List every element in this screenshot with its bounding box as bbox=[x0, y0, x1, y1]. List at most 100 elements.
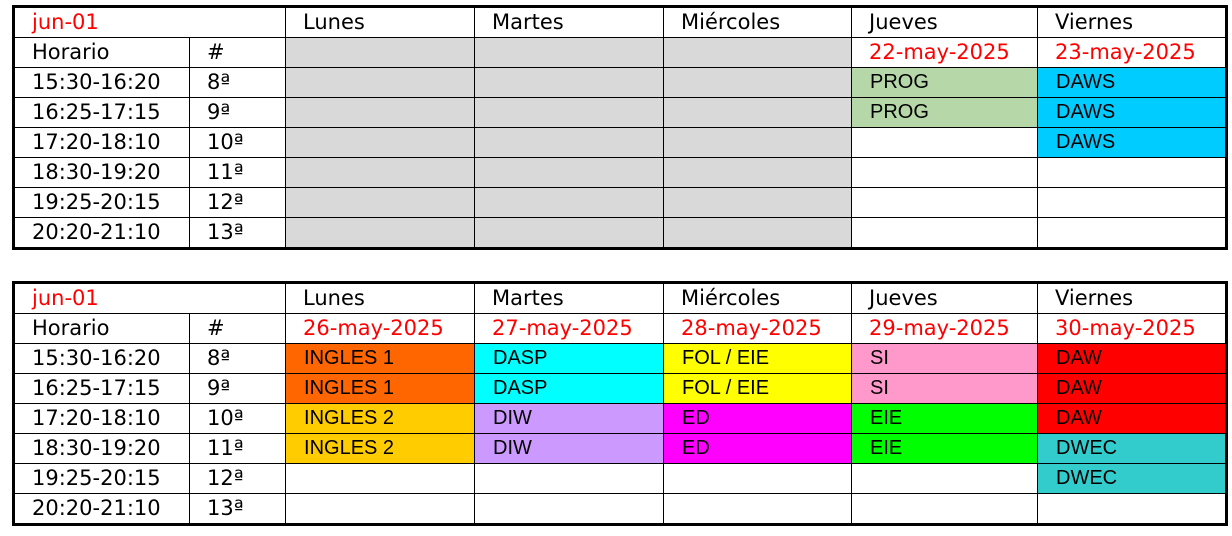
period-row: 20:20-21:10 13ª bbox=[13, 217, 1227, 249]
day-header-lunes: Lunes bbox=[285, 282, 475, 314]
period-number: 9ª bbox=[188, 373, 286, 404]
period-time: 17:20-18:10 bbox=[13, 127, 190, 158]
subject-cell-jueves: EIE bbox=[851, 403, 1038, 434]
period-number: 10ª bbox=[188, 127, 286, 158]
subject-cell-lunes: INGLES 2 bbox=[285, 403, 475, 434]
subject-cell-viernes bbox=[1037, 493, 1227, 525]
subject-cell-miercoles bbox=[663, 493, 852, 525]
subject-cell-jueves: PROG bbox=[851, 67, 1038, 98]
day-header-viernes: Viernes bbox=[1037, 6, 1227, 38]
period-number: 11ª bbox=[188, 157, 286, 188]
period-time: 18:30-19:20 bbox=[13, 157, 190, 188]
period-number: 8ª bbox=[188, 343, 286, 374]
date-martes: 27-may-2025 bbox=[474, 313, 664, 344]
date-miercoles bbox=[663, 37, 852, 68]
subject-cell-miercoles bbox=[663, 97, 852, 128]
period-time: 16:25-17:15 bbox=[13, 97, 190, 128]
subject-cell-miercoles: FOL / EIE bbox=[663, 373, 852, 404]
subject-cell-jueves: EIE bbox=[851, 433, 1038, 464]
period-time: 19:25-20:15 bbox=[13, 187, 190, 218]
period-row: 18:30-19:20 11ª bbox=[13, 157, 1227, 188]
subject-cell-martes: DASP bbox=[474, 373, 664, 404]
subject-cell-martes bbox=[474, 157, 664, 188]
subject-cell-jueves bbox=[851, 463, 1038, 494]
subject-cell-lunes bbox=[285, 217, 475, 249]
period-row: 16:25-17:15 9ª INGLES 1 DASP FOL / EIE SI DAW bbox=[13, 373, 1227, 404]
period-row: 18:30-19:20 11ª INGLES 2 DIW ED EIE DWEC bbox=[13, 433, 1227, 464]
period-time: 17:20-18:10 bbox=[13, 403, 190, 434]
period-time: 16:25-17:15 bbox=[13, 373, 190, 404]
subject-cell-jueves: SI bbox=[851, 343, 1038, 374]
period-time: 15:30-16:20 bbox=[13, 343, 190, 374]
subject-cell-viernes bbox=[1037, 187, 1227, 218]
subject-cell-miercoles bbox=[663, 67, 852, 98]
date-viernes: 30-may-2025 bbox=[1037, 313, 1227, 344]
subject-cell-jueves: PROG bbox=[851, 97, 1038, 128]
subject-cell-lunes bbox=[285, 67, 475, 98]
date-miercoles: 28-may-2025 bbox=[663, 313, 852, 344]
period-time: 20:20-21:10 bbox=[13, 217, 190, 249]
date-header-row: Horario # 22-may-2025 23-may-2025 bbox=[13, 37, 1227, 68]
subject-cell-jueves: SI bbox=[851, 373, 1038, 404]
subject-cell-miercoles: ED bbox=[663, 433, 852, 464]
period-time: 15:30-16:20 bbox=[13, 67, 190, 98]
period-number: 12ª bbox=[188, 463, 286, 494]
subject-cell-martes bbox=[474, 127, 664, 158]
subject-cell-jueves bbox=[851, 187, 1038, 218]
subject-cell-lunes bbox=[285, 187, 475, 218]
subject-cell-miercoles bbox=[663, 127, 852, 158]
subject-cell-viernes: DAWS bbox=[1037, 97, 1227, 128]
subject-cell-lunes bbox=[285, 127, 475, 158]
period-number: 8ª bbox=[188, 67, 286, 98]
subject-cell-viernes: DWEC bbox=[1037, 433, 1227, 464]
period-time: 19:25-20:15 bbox=[13, 463, 190, 494]
date-jueves: 22-may-2025 bbox=[851, 37, 1038, 68]
subject-cell-viernes: DAWS bbox=[1037, 67, 1227, 98]
subject-cell-martes bbox=[474, 97, 664, 128]
period-row: 15:30-16:20 8ª INGLES 1 DASP FOL / EIE SI DAW bbox=[13, 343, 1227, 374]
horario-label: Horario bbox=[13, 313, 190, 344]
period-number: 12ª bbox=[188, 187, 286, 218]
period-number: 13ª bbox=[188, 493, 286, 525]
date-martes bbox=[474, 37, 664, 68]
subject-cell-martes: DASP bbox=[474, 343, 664, 374]
subject-cell-miercoles bbox=[663, 217, 852, 249]
period-row: 19:25-20:15 12ª DWEC bbox=[13, 463, 1227, 494]
day-header-lunes: Lunes bbox=[285, 6, 475, 38]
subject-cell-viernes: DAW bbox=[1037, 403, 1227, 434]
subject-cell-martes bbox=[474, 217, 664, 249]
subject-cell-martes bbox=[474, 67, 664, 98]
period-row: 15:30-16:20 8ª PROG DAWS bbox=[13, 67, 1227, 98]
horario-label: Horario bbox=[13, 37, 190, 68]
subject-cell-miercoles: FOL / EIE bbox=[663, 343, 852, 374]
day-header-miercoles: Miércoles bbox=[663, 282, 852, 314]
subject-cell-martes bbox=[474, 493, 664, 525]
period-number: 11ª bbox=[188, 433, 286, 464]
subject-cell-jueves bbox=[851, 157, 1038, 188]
schedule-table-week-1: jun-01 Lunes Martes Miércoles Jueves Vie… bbox=[12, 5, 1229, 250]
subject-cell-viernes: DAW bbox=[1037, 373, 1227, 404]
num-label: # bbox=[188, 37, 286, 68]
period-row: 17:20-18:10 10ª INGLES 2 DIW ED EIE DAW bbox=[13, 403, 1227, 434]
day-header-row: jun-01 Lunes Martes Miércoles Jueves Vie… bbox=[12, 282, 1227, 314]
subject-cell-viernes bbox=[1037, 217, 1227, 249]
subject-cell-lunes bbox=[285, 157, 475, 188]
subject-cell-miercoles: ED bbox=[663, 403, 852, 434]
schedule-table-week-2: jun-01 Lunes Martes Miércoles Jueves Vie… bbox=[12, 281, 1229, 526]
date-lunes: 26-may-2025 bbox=[285, 313, 475, 344]
period-number: 10ª bbox=[188, 403, 286, 434]
week-label: jun-01 bbox=[12, 282, 286, 314]
subject-cell-viernes bbox=[1037, 157, 1227, 188]
date-lunes bbox=[285, 37, 475, 68]
subject-cell-martes: DIW bbox=[474, 403, 664, 434]
subject-cell-martes: DIW bbox=[474, 433, 664, 464]
week-label: jun-01 bbox=[12, 6, 286, 38]
day-header-miercoles: Miércoles bbox=[663, 6, 852, 38]
day-header-martes: Martes bbox=[474, 6, 664, 38]
period-row: 16:25-17:15 9ª PROG DAWS bbox=[13, 97, 1227, 128]
period-row: 19:25-20:15 12ª bbox=[13, 187, 1227, 218]
day-header-jueves: Jueves bbox=[851, 6, 1038, 38]
subject-cell-miercoles bbox=[663, 157, 852, 188]
date-header-row: Horario # 26-may-2025 27-may-2025 28-may… bbox=[13, 313, 1227, 344]
period-row: 17:20-18:10 10ª DAWS bbox=[13, 127, 1227, 158]
